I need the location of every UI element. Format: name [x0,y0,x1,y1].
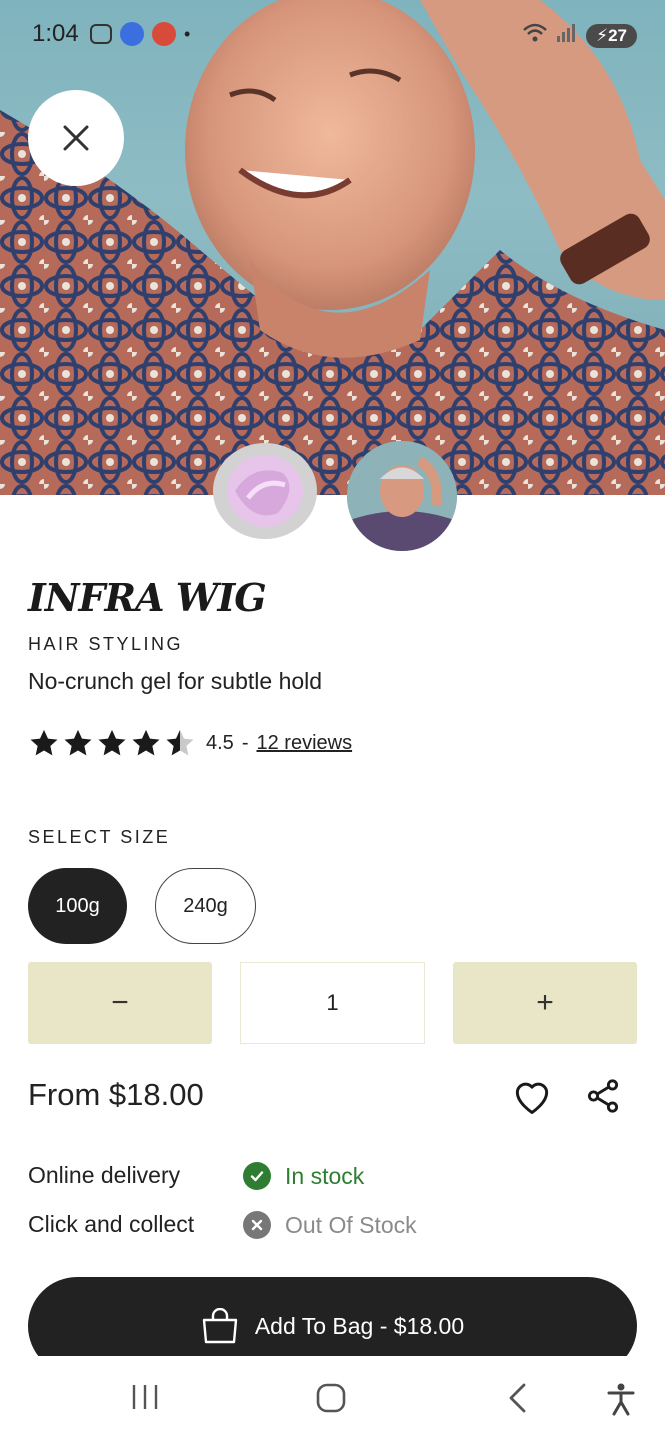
product-title: INFRA WIG [28,575,267,620]
size-option-240g[interactable]: 240g [155,868,256,944]
shopping-bag-icon [202,1308,238,1344]
product-thumbnail-jar[interactable] [213,443,317,539]
battery-indicator: ⚡27 [586,23,637,48]
status-time: 1:04 [32,20,79,47]
out-of-stock-text: Out Of Stock [285,1211,417,1238]
close-button[interactable] [28,90,124,186]
star-icon [30,729,58,756]
game-notification-icon [152,22,176,46]
click-collect-label: Click and collect [28,1211,195,1237]
star-icon [64,729,92,756]
close-icon [63,125,89,151]
online-delivery-label: Online delivery [28,1162,181,1188]
more-notifications-icon: • [184,23,191,44]
status-bar: 1:04 • ⚡27 [0,0,665,70]
signal-icon [556,22,578,49]
select-size-label: SELECT SIZE [28,827,171,847]
back-icon[interactable] [505,1382,531,1414]
star-icon [98,729,126,756]
rating-stars [28,728,196,758]
product-thumbnail-model[interactable] [347,441,457,551]
x-circle-icon [243,1211,271,1239]
home-icon[interactable] [315,1382,347,1414]
size-option-100g[interactable]: 100g [28,868,127,944]
wishlist-button[interactable] [510,1074,554,1118]
add-to-bag-label: Add To Bag - $18.00 [254,1312,465,1339]
share-icon [587,1079,619,1113]
product-hero-image [0,0,665,495]
check-icon [243,1162,271,1190]
screenshot-icon [90,24,112,44]
star-icon [132,729,160,756]
app-notification-icon [120,22,144,46]
quantity-decrease-button[interactable]: − [28,962,212,1044]
reviews-link[interactable]: 12 reviews [256,732,352,755]
product-tagline: No-crunch gel for subtle hold [28,668,323,694]
share-button[interactable] [584,1076,622,1116]
heart-icon [515,1082,549,1114]
system-navigation-bar [0,1356,665,1440]
click-collect-status: Out Of Stock [243,1211,417,1239]
rating-separator: - [241,731,249,754]
product-category: HAIR STYLING [28,634,184,654]
accessibility-icon[interactable] [606,1382,636,1416]
online-delivery-status: In stock [243,1162,364,1190]
quantity-field[interactable]: 1 [240,962,425,1044]
in-stock-text: In stock [285,1162,365,1189]
recent-apps-icon[interactable] [130,1382,160,1412]
half-star-icon [166,729,194,756]
rating-value: 4.5 [206,731,234,754]
product-price: From $18.00 [28,1077,204,1112]
wifi-icon [522,22,548,49]
quantity-increase-button[interactable]: + [453,962,637,1044]
battery-level: 27 [608,25,627,45]
product-rating: 4.5 - 12 reviews [28,728,352,758]
